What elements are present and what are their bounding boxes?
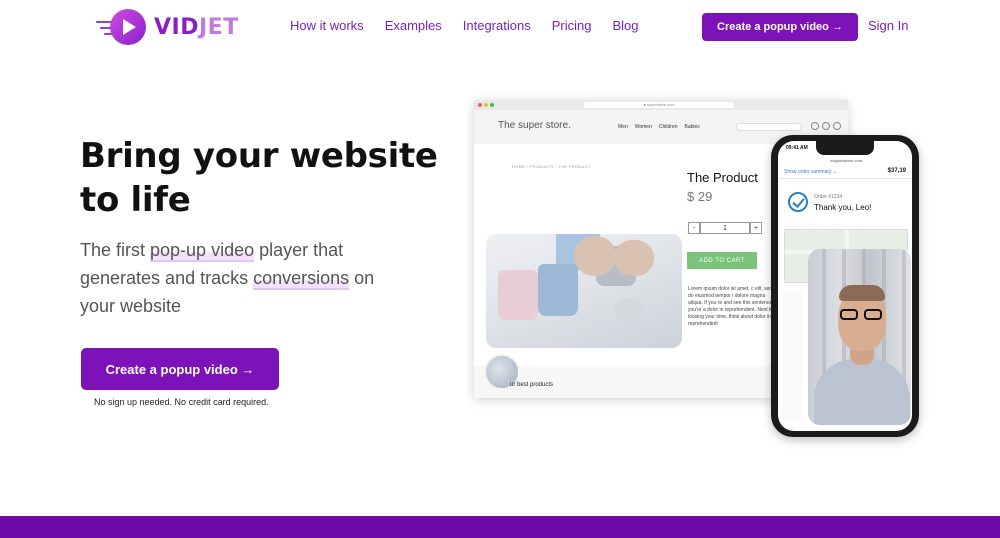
order-details-column [782, 291, 802, 421]
maximize-dot-icon [490, 103, 494, 107]
store-nav-men: Men [618, 124, 628, 130]
heart-icon [822, 122, 830, 130]
phone-screen: 09:41 AM outgoodstore.com Show order sum… [778, 141, 912, 431]
order-number: Order #1234 [814, 194, 843, 200]
close-dot-icon [478, 103, 482, 107]
store-nav: Men Women Children Babies [618, 124, 700, 130]
product-description: Lorem ipsum dolor sit amet, c elit, sed … [688, 286, 774, 327]
product-title: The Product [687, 170, 758, 185]
glasses-icon [840, 309, 884, 320]
site-header: VIDJET How it works Examples Integration… [0, 0, 1000, 54]
nav-examples[interactable]: Examples [385, 18, 442, 33]
hero-subheadline: The first pop-up video player that gener… [80, 236, 410, 320]
sign-in-link[interactable]: Sign In [868, 18, 908, 33]
checkmark-icon [788, 192, 808, 212]
add-to-cart-button: ADD TO CART [687, 252, 757, 269]
store-header-icons [811, 122, 841, 130]
phone-mockup: 09:41 AM outgoodstore.com Show order sum… [771, 135, 919, 437]
store-nav-babies: Babies [684, 124, 700, 130]
thank-you-message: Thank you, Leo! [814, 203, 872, 212]
quantity-stepper: - 1 + [688, 222, 762, 234]
order-summary-toggle: Show order summary ⌄ [784, 169, 838, 175]
minimize-dot-icon [484, 103, 488, 107]
main-nav: How it works Examples Integrations Prici… [290, 18, 659, 33]
cart-icon [833, 122, 841, 130]
product-price: $ 29 [687, 189, 713, 204]
order-summary-bar: Show order summary ⌄ $37,19 [778, 165, 912, 179]
hero-headline: Bring your website to life [80, 134, 460, 222]
browser-url-bar: ● superstore.com [584, 102, 734, 108]
nav-integrations[interactable]: Integrations [463, 18, 531, 33]
logo-wordmark-jet: JET [198, 14, 239, 40]
hero-headline-line2: to life [80, 180, 191, 220]
highlight-pop-up-video: pop-up video [150, 240, 255, 262]
best-products-label: ur best products [510, 382, 554, 388]
store-nav-women: Women [634, 124, 652, 130]
logo-wordmark-vid: VID [154, 14, 199, 40]
browser-titlebar: ● superstore.com [474, 100, 848, 110]
vidjet-logo[interactable]: VIDJET [96, 8, 239, 46]
hero-create-popup-button[interactable]: Create a popup video → [81, 348, 279, 390]
user-icon [811, 122, 819, 130]
nav-blog[interactable]: Blog [612, 18, 638, 33]
nav-pricing[interactable]: Pricing [552, 18, 592, 33]
phone-time: 09:41 AM [786, 145, 808, 151]
phone-url: outgoodstore.com [830, 158, 863, 163]
play-logo-icon [96, 8, 148, 46]
order-total: $37,19 [887, 168, 906, 174]
product-image [486, 234, 682, 348]
qty-plus: + [750, 222, 762, 234]
qty-value: 1 [700, 222, 750, 234]
header-create-popup-button[interactable]: Create a popup video → [702, 13, 858, 41]
store-search-box [736, 123, 802, 131]
hero-headline-line1: Bring your website [80, 136, 438, 176]
nav-how-it-works[interactable]: How it works [290, 18, 364, 33]
logo-wordmark: VIDJET [154, 15, 239, 40]
qty-minus: - [688, 222, 700, 234]
sub-part1: The first [80, 240, 151, 260]
store-nav-children: Children [658, 124, 678, 130]
popup-video-player [808, 249, 911, 425]
cta-note: No sign up needed. No credit card requir… [94, 397, 269, 407]
bottom-purple-band [0, 516, 1000, 538]
highlight-conversions: conversions [253, 268, 350, 290]
store-name: The super store. [498, 120, 571, 131]
breadcrumb: HOME / PRODUCTS / THE PRODUCT [512, 164, 591, 169]
phone-notch [816, 141, 874, 155]
